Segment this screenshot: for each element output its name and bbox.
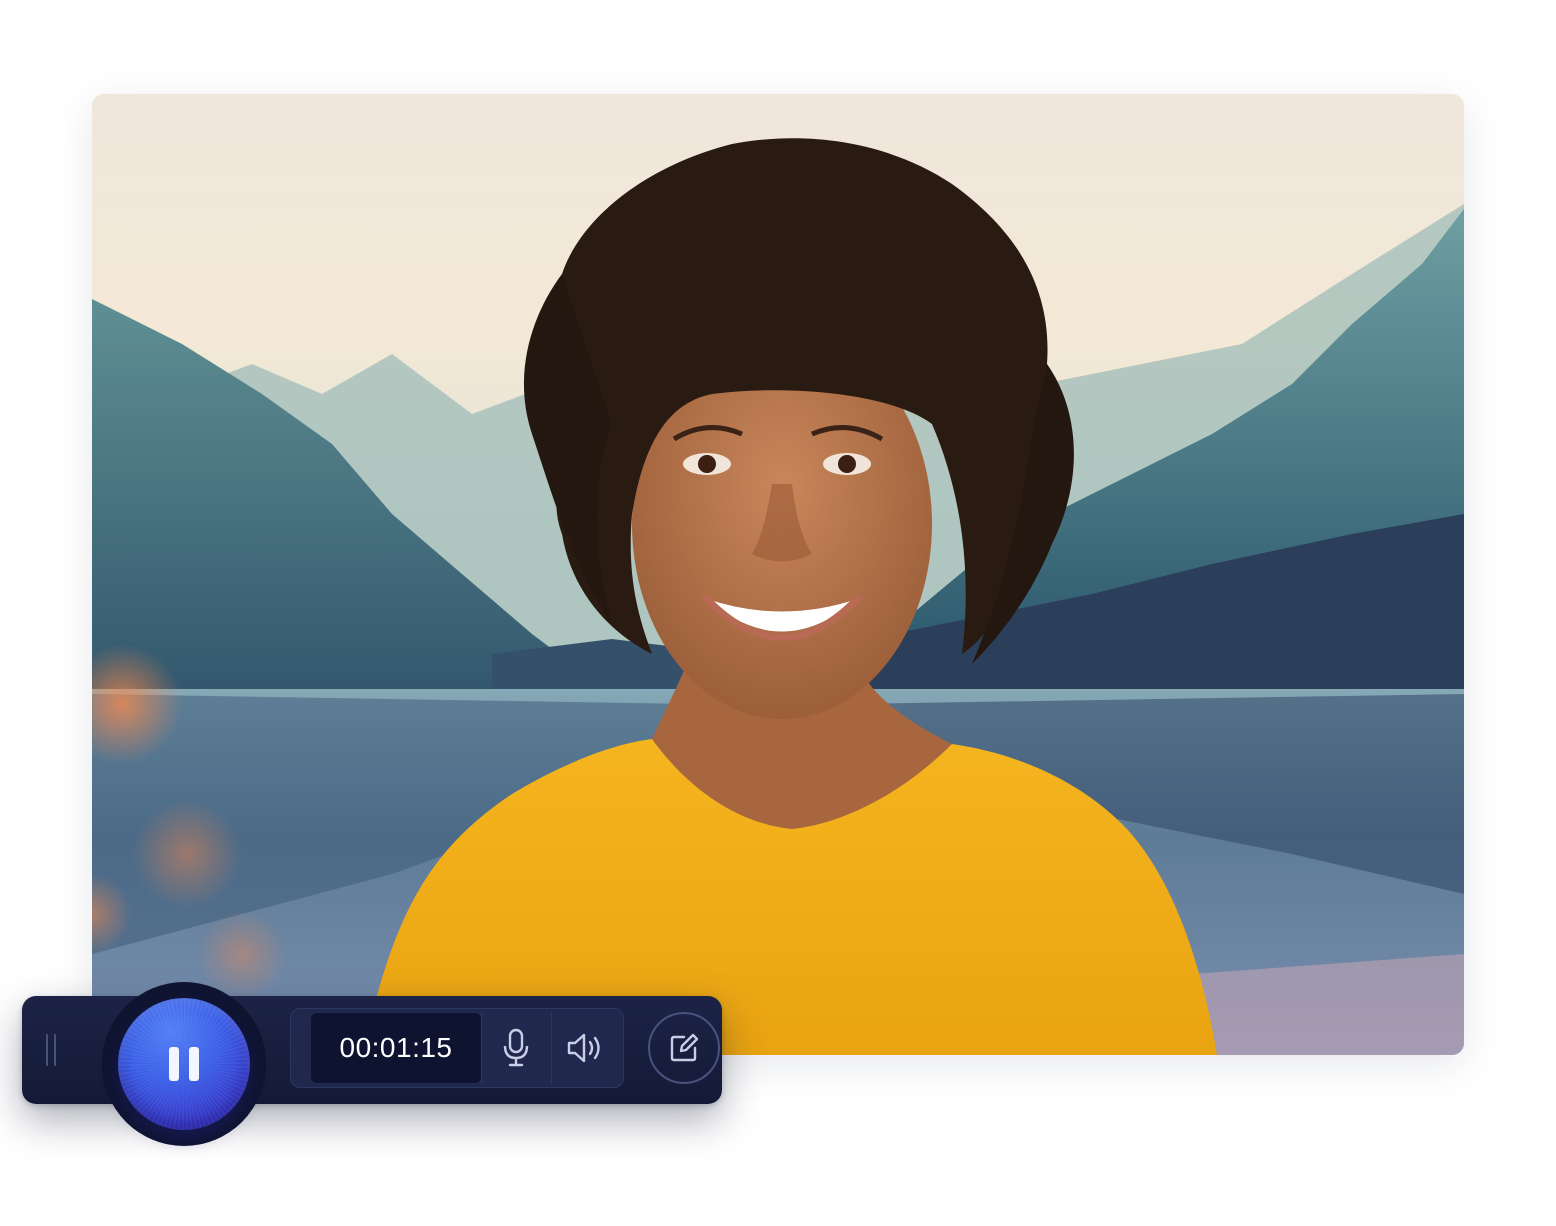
- edit-icon: [668, 1032, 700, 1064]
- microphone-icon: [501, 1028, 531, 1068]
- pause-icon-bar: [189, 1047, 199, 1081]
- pause-icon: [169, 1047, 179, 1081]
- camera-feed-image: [92, 94, 1464, 1055]
- recording-controls: 00:01:15: [290, 1008, 624, 1088]
- pause-button[interactable]: [118, 998, 250, 1130]
- drag-handle-icon[interactable]: [46, 1034, 56, 1066]
- speaker-button[interactable]: [551, 1013, 619, 1083]
- recording-toolbar: 00:01:15: [22, 996, 722, 1104]
- microphone-button[interactable]: [481, 1013, 549, 1083]
- recording-timer: 00:01:15: [311, 1013, 481, 1083]
- annotate-button[interactable]: [648, 1012, 720, 1084]
- camera-preview: [92, 94, 1464, 1055]
- speaker-icon: [565, 1031, 607, 1065]
